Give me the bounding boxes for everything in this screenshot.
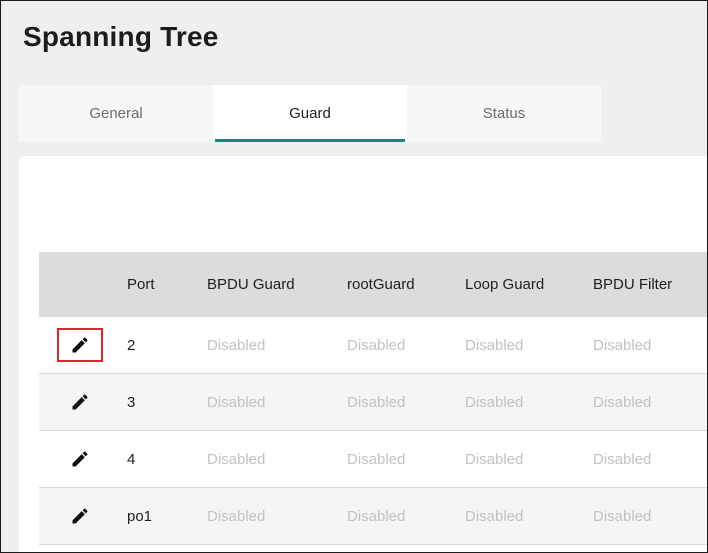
- tab-status[interactable]: Status: [407, 85, 601, 142]
- header-root-guard: rootGuard: [347, 276, 415, 293]
- header-port: Port: [127, 276, 155, 293]
- edit-button[interactable]: [57, 499, 103, 533]
- cell-loop-guard: Disabled: [465, 393, 524, 411]
- table-row: 4 Disabled Disabled Disabled Disabled: [39, 431, 707, 488]
- pencil-icon: [72, 394, 88, 410]
- cell-bpdu-filter: Disabled: [593, 450, 652, 468]
- tab-general[interactable]: General: [19, 85, 213, 142]
- tab-bar: General Guard Status: [19, 85, 601, 142]
- cell-bpdu-filter: Disabled: [593, 336, 652, 354]
- pencil-icon: [72, 451, 88, 467]
- cell-loop-guard: Disabled: [465, 450, 524, 468]
- cell-port: 4: [127, 450, 136, 468]
- cell-bpdu-guard: Disabled: [207, 336, 266, 354]
- pencil-icon: [72, 337, 88, 353]
- edit-button[interactable]: [57, 328, 103, 362]
- header-bpdu-filter: BPDU Filter: [593, 276, 673, 293]
- cell-port: 3: [127, 393, 136, 411]
- cell-root-guard: Disabled: [347, 507, 406, 525]
- header-loop-guard: Loop Guard: [465, 276, 545, 293]
- page-title: Spanning Tree: [23, 21, 219, 52]
- edit-button[interactable]: [57, 385, 103, 419]
- cell-root-guard: Disabled: [347, 336, 406, 354]
- header-bpdu-guard: BPDU Guard: [207, 276, 295, 293]
- table-row: 3 Disabled Disabled Disabled Disabled: [39, 374, 707, 431]
- table-header: Port BPDU Guard rootGuard Loop Guard BPD…: [39, 252, 707, 317]
- edit-button[interactable]: [57, 442, 103, 476]
- cell-root-guard: Disabled: [347, 393, 406, 411]
- guard-table: Port BPDU Guard rootGuard Loop Guard BPD…: [39, 252, 707, 545]
- table-row: 2 Disabled Disabled Disabled Disabled: [39, 317, 707, 374]
- cell-bpdu-guard: Disabled: [207, 507, 266, 525]
- cell-bpdu-filter: Disabled: [593, 393, 652, 411]
- cell-loop-guard: Disabled: [465, 507, 524, 525]
- cell-port: po1: [127, 507, 153, 525]
- tab-guard[interactable]: Guard: [213, 85, 407, 142]
- pencil-icon: [72, 508, 88, 524]
- cell-root-guard: Disabled: [347, 450, 406, 468]
- cell-port: 2: [127, 336, 136, 354]
- cell-bpdu-guard: Disabled: [207, 450, 266, 468]
- table-row: po1 Disabled Disabled Disabled Disabled: [39, 488, 707, 545]
- cell-bpdu-guard: Disabled: [207, 393, 266, 411]
- cell-bpdu-filter: Disabled: [593, 507, 652, 525]
- cell-loop-guard: Disabled: [465, 336, 524, 354]
- app-window: Spanning Tree General Guard Status Port …: [0, 0, 708, 553]
